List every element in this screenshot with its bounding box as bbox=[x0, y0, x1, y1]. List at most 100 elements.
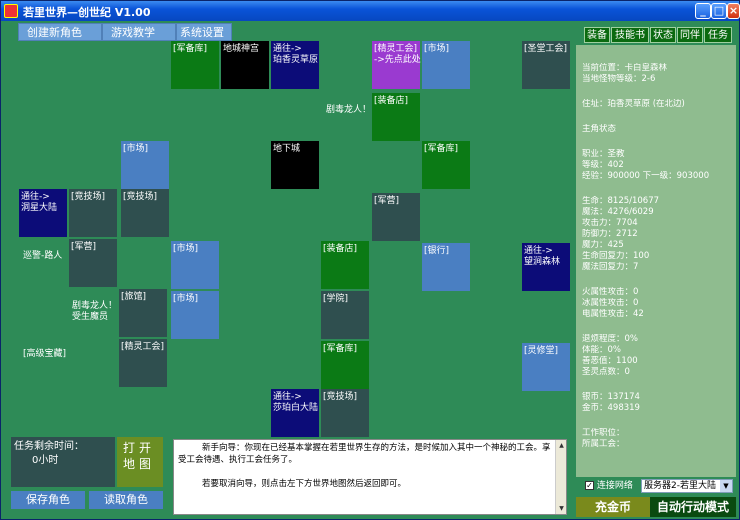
npc-label-patrol[interactable]: 巡警-路人 bbox=[23, 251, 62, 262]
tile-label: [军营] bbox=[71, 242, 97, 252]
map-tile-underground-palace[interactable]: 地城神宫 bbox=[221, 41, 269, 89]
minimize-button[interactable]: _ bbox=[695, 3, 711, 19]
stat-defense: 防御力：2712 bbox=[582, 229, 638, 239]
map-tile-equip-shop-mid[interactable]: [装备店] bbox=[321, 241, 369, 289]
chevron-down-icon[interactable]: ▼ bbox=[720, 480, 732, 492]
save-character-button[interactable]: 保存角色 bbox=[11, 491, 85, 509]
tab-status[interactable]: 状态 bbox=[650, 27, 676, 43]
stat-hp-regen: 生命回复力：100 bbox=[582, 251, 650, 261]
tile-label: [军备库] bbox=[424, 144, 459, 154]
stat-mp: 魔法：4276/6029 bbox=[582, 207, 654, 217]
scroll-down-icon[interactable]: ▼ bbox=[557, 504, 566, 513]
map-tile-market-left[interactable]: [市场] bbox=[121, 141, 169, 189]
map-tile-armory-top[interactable]: [军备库] bbox=[171, 41, 219, 89]
stat-level: 等级：402 bbox=[582, 160, 624, 170]
guild-affiliation: 所属工会： bbox=[582, 439, 625, 449]
quest-timer-value: 0小时 bbox=[32, 455, 59, 466]
map-tile-inn[interactable]: [旅馆] bbox=[119, 289, 167, 337]
map-tile-holy-guild[interactable]: [圣堂工会] bbox=[522, 41, 570, 89]
map-tile-portal-dongxing[interactable]: 通往-> 洞星大陆 bbox=[19, 189, 67, 237]
stat-spirit-points: 圣灵点数：0 bbox=[582, 367, 630, 377]
tile-label: [银行] bbox=[424, 246, 450, 256]
tile-label: 通往-> 望涧森林 bbox=[524, 246, 561, 267]
tile-label: [军备库] bbox=[173, 44, 208, 54]
map-tile-portal-shabo[interactable]: 通往-> 莎珀白大陆 bbox=[271, 389, 319, 437]
map-tile-arena-2[interactable]: [竞技场] bbox=[121, 189, 169, 237]
load-character-button[interactable]: 读取角色 bbox=[89, 491, 163, 509]
map-tile-arena-1[interactable]: [竞技场] bbox=[69, 189, 117, 237]
tile-label: [市场] bbox=[424, 44, 450, 54]
map-tile-spirit-hall[interactable]: [灵修堂] bbox=[522, 343, 570, 391]
stat-fire-attack: 火属性攻击：0 bbox=[582, 287, 639, 297]
map-tile-barracks-right[interactable]: [军营] bbox=[372, 193, 420, 241]
map-tile-market-top[interactable]: [市场] bbox=[422, 41, 470, 89]
map-tile-academy[interactable]: [学院] bbox=[321, 291, 369, 339]
map-tile-barracks-left[interactable]: [军营] bbox=[69, 239, 117, 287]
window-title: 若里世界—创世纪 V1.00 bbox=[23, 6, 151, 19]
tile-label: [学院] bbox=[323, 294, 349, 304]
tile-label: [市场] bbox=[173, 294, 199, 304]
tile-label: [装备店] bbox=[323, 244, 358, 254]
title-bar[interactable]: 若里世界—创世纪 V1.00 _ □ × bbox=[1, 1, 740, 21]
treasure-label[interactable]: [高级宝藏] bbox=[23, 349, 66, 360]
system-settings-button[interactable]: 系统设置 bbox=[176, 23, 232, 41]
map-tile-portal-wangjian[interactable]: 通往-> 望涧森林 bbox=[522, 243, 570, 291]
npc-label-dragon-top[interactable]: 剧毒龙人！ bbox=[326, 105, 371, 116]
monster-level: 当地怪物等级：2-6 bbox=[582, 74, 656, 84]
stat-stamina: 体能：0% bbox=[582, 345, 621, 355]
status-section-title: 主角状态 bbox=[582, 124, 617, 134]
map-tile-spirit-guild-2[interactable]: [精灵工会] bbox=[119, 339, 167, 387]
open-map-button[interactable]: 打开地图 bbox=[117, 437, 163, 487]
tile-label: [精灵工会] ->先点此处 bbox=[374, 44, 421, 65]
message-log[interactable]: 新手向导：你现在已经基本掌握在若里世界生存的方法，是时候加入其中一个神秘的工会。… bbox=[173, 439, 567, 515]
stat-silver: 银币：137174 bbox=[582, 392, 640, 402]
tile-label: [装备店] bbox=[374, 96, 409, 106]
map-tile-dungeon[interactable]: 地下城 bbox=[271, 141, 319, 189]
map-tile-armory-low[interactable]: [军备库] bbox=[321, 341, 369, 389]
stat-fatigue: 退烦程度：0% bbox=[582, 334, 638, 344]
server-selected: 服务器2-若里大陆 bbox=[644, 481, 716, 491]
tile-label: [军备库] bbox=[323, 344, 358, 354]
npc-label-dragon-low[interactable]: 剧毒龙人！ 受生魔员 bbox=[72, 301, 117, 323]
map-tile-spirit-guild[interactable]: [精灵工会] ->先点此处 bbox=[372, 41, 421, 89]
residence: 住址：珀香灵草原 (在北边) bbox=[582, 99, 685, 109]
server-select[interactable]: 服务器2-若里大陆 ▼ bbox=[641, 479, 733, 493]
map-tile-equip-shop-top[interactable]: [装备店] bbox=[372, 93, 420, 141]
close-button[interactable]: × bbox=[727, 3, 740, 19]
app-icon bbox=[4, 4, 18, 18]
tile-label: 通往-> 莎珀白大陆 bbox=[273, 392, 319, 413]
quest-timer-label: 任务剩余时间： bbox=[14, 441, 84, 452]
maximize-button[interactable]: □ bbox=[711, 3, 727, 19]
tile-label: 通往-> 珀香灵草原 bbox=[273, 44, 319, 65]
tab-skill-books[interactable]: 技能书 bbox=[611, 27, 649, 43]
tab-companions[interactable]: 同伴 bbox=[677, 27, 703, 43]
work-position: 工作职位： bbox=[582, 428, 625, 438]
tile-label: [竞技场] bbox=[323, 392, 358, 402]
side-tab-bar: 装备 技能书 状态 同伴 任务 bbox=[580, 27, 734, 43]
checkbox-icon[interactable]: ✓ bbox=[585, 481, 594, 490]
scroll-up-icon[interactable]: ▲ bbox=[557, 441, 566, 450]
charge-gold-button[interactable]: 充金币 bbox=[576, 497, 650, 517]
map-tile-market-mid[interactable]: [市场] bbox=[171, 241, 219, 289]
map-tile-market-low[interactable]: [市场] bbox=[171, 291, 219, 339]
map-tile-bank[interactable]: [银行] bbox=[422, 243, 470, 291]
map-tile-portal-baixiang[interactable]: 通往-> 珀香灵草原 bbox=[271, 41, 319, 89]
stat-ice-attack: 冰属性攻击：0 bbox=[582, 298, 639, 308]
message-scrollbar[interactable]: ▲ ▼ bbox=[555, 440, 566, 514]
game-tutorial-button[interactable]: 游戏教学 bbox=[102, 23, 176, 41]
tile-label: [市场] bbox=[123, 144, 149, 154]
tile-label: 通往-> 洞星大陆 bbox=[21, 192, 58, 213]
stat-electric-attack: 电属性攻击：42 bbox=[582, 309, 644, 319]
connect-network-checkbox[interactable]: ✓ 连接网络 bbox=[585, 480, 633, 492]
create-character-button[interactable]: 创建新角色 bbox=[18, 23, 102, 41]
map-tile-armory-right[interactable]: [军备库] bbox=[422, 141, 470, 189]
stat-reputation: 善恶值：1100 bbox=[582, 356, 638, 366]
stat-attack: 攻击力：7704 bbox=[582, 218, 638, 228]
tile-label: [灵修堂] bbox=[524, 346, 559, 356]
tab-equipment[interactable]: 装备 bbox=[584, 27, 610, 43]
quest-timer: 任务剩余时间： 0小时 bbox=[11, 437, 115, 487]
tab-quests[interactable]: 任务 bbox=[704, 27, 732, 43]
tile-label: [市场] bbox=[173, 244, 199, 254]
auto-action-mode-button[interactable]: 自动行动模式 bbox=[650, 497, 736, 517]
map-tile-arena-3[interactable]: [竞技场] bbox=[321, 389, 369, 437]
